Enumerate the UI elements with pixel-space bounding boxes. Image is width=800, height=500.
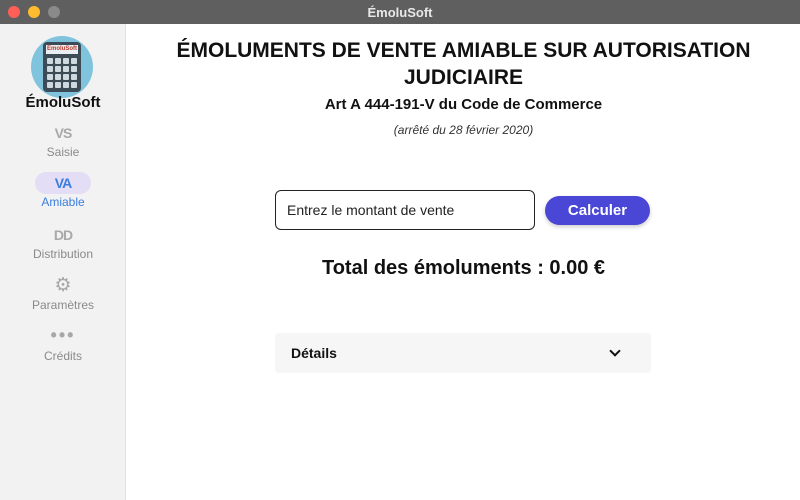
window-title: ÉmoluSoft [367,4,433,20]
sidebar-item-label: Saisie [46,145,80,159]
sidebar-item-distribution[interactable]: DD Distribution [0,224,126,270]
sidebar-item-parametres[interactable]: ⚙ Paramètres [0,275,126,321]
sidebar-item-label: Crédits [43,349,82,363]
decree-date: (arrêté du 28 février 2020) [393,123,534,137]
gear-icon: ⚙ [54,275,72,296]
sidebar-item-label: Distribution [32,247,94,261]
app-logo: ÉmoluSoft [31,36,93,98]
page-title: ÉMOLUMENTS DE VENTE AMIABLE SUR AUTORISA… [127,37,800,91]
app-name: ÉmoluSoft [25,94,101,111]
more-icon: ••• [50,325,76,345]
sidebar-item-label: Amiable [41,195,85,209]
dd-icon: DD [53,227,73,243]
sidebar-item-saisie[interactable]: VS Saisie [0,122,126,168]
chevron-down-icon [609,345,621,357]
main-content: ÉMOLUMENTS DE VENTE AMIABLE SUR AUTORISA… [127,24,800,500]
sale-amount-input[interactable] [275,190,535,230]
calculator-icon: ÉmoluSoft [31,36,93,98]
va-icon: VA [35,172,91,194]
details-label: Détails [291,345,337,361]
sidebar-item-label: Paramètres [31,298,95,312]
close-window-button[interactable] [8,6,20,18]
logo-text: ÉmoluSoft [46,45,78,54]
page-title-text: ÉMOLUMENTS DE VENTE AMIABLE SUR AUTORISA… [176,39,751,89]
total-emoluments: Total des émoluments : 0.00 € [321,257,606,279]
details-disclosure[interactable]: Détails [275,333,651,373]
vs-icon: VS [54,125,73,141]
window-controls [8,6,60,18]
sidebar-item-credits[interactable]: ••• Crédits [0,326,126,372]
maximize-window-button[interactable] [48,6,60,18]
sidebar: ÉmoluSoft ÉmoluSoft VS Saisie VA Amiable… [0,24,126,500]
calculate-button[interactable]: Calculer [545,196,650,225]
page-subtitle: Art A 444-191-V du Code de Commerce [324,96,603,113]
title-bar: ÉmoluSoft [0,0,800,24]
sidebar-item-amiable[interactable]: VA Amiable [0,172,126,218]
minimize-window-button[interactable] [28,6,40,18]
